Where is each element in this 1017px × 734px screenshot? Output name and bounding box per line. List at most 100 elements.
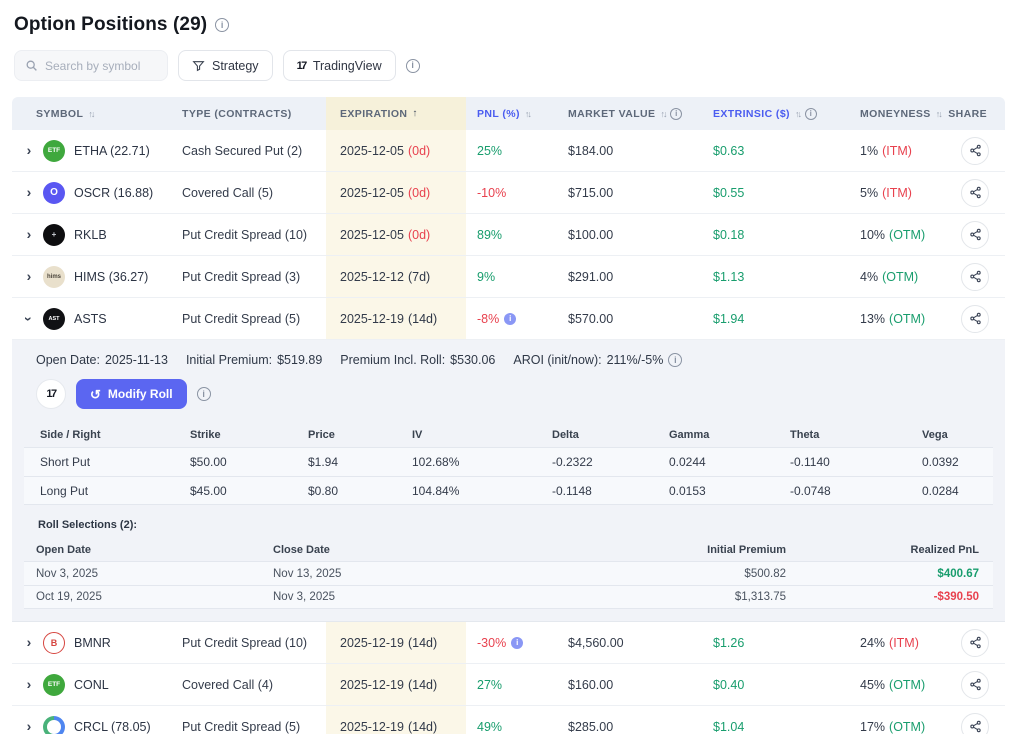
symbol-label: HIMS (36.27) bbox=[74, 270, 148, 284]
expiration-date: 2025-12-05 bbox=[340, 186, 404, 200]
legs-cell: 0.0153 bbox=[669, 484, 790, 498]
chevron-right-icon[interactable]: › bbox=[24, 676, 34, 692]
tradingview-chart-button[interactable]: 17 bbox=[36, 379, 66, 409]
chevron-right-icon[interactable]: › bbox=[24, 142, 34, 158]
search-icon bbox=[25, 59, 38, 72]
dte-label: (14d) bbox=[408, 678, 437, 692]
share-icon bbox=[969, 228, 982, 241]
legs-header: Theta bbox=[790, 429, 922, 441]
modify-roll-button[interactable]: ↻ Modify Roll bbox=[76, 379, 187, 409]
panel-actions: 17 ↻ Modify Roll i bbox=[12, 379, 1005, 423]
share-button[interactable] bbox=[961, 305, 989, 333]
chevron-right-icon[interactable]: › bbox=[24, 184, 34, 200]
chevron-down-icon[interactable]: › bbox=[21, 314, 37, 324]
dte-label: (14d) bbox=[408, 636, 437, 650]
share-button[interactable] bbox=[961, 179, 989, 207]
legs-row: Long Put$45.00$0.80104.84%-0.11480.0153-… bbox=[24, 476, 993, 505]
roll-selections-section: Roll Selections (2): Open Date Close Dat… bbox=[24, 519, 993, 609]
symbol-label: ETHA (22.71) bbox=[74, 144, 150, 158]
summary-item: Premium Incl. Roll:$530.06 bbox=[340, 353, 495, 367]
summary-label: Premium Incl. Roll: bbox=[340, 353, 445, 367]
market-value-cell: $291.00 bbox=[557, 256, 702, 297]
pnl-cell: 49% bbox=[466, 706, 557, 734]
legs-cell: -0.2322 bbox=[552, 455, 669, 469]
header-extrinsic[interactable]: EXTRINSIC ($)↑↓i bbox=[702, 97, 849, 130]
legs-header: Delta bbox=[552, 429, 669, 441]
symbol-label: OSCR (16.88) bbox=[74, 186, 153, 200]
header-pnl[interactable]: PNL (%)↑↓ bbox=[466, 97, 557, 130]
summary-label: Open Date: bbox=[36, 353, 100, 367]
summary-value: 2025-11-13 bbox=[105, 353, 168, 367]
pnl-cell: 25% bbox=[466, 130, 557, 171]
expanded-position-panel: Open Date:2025-11-13Initial Premium:$519… bbox=[12, 340, 1005, 622]
chevron-right-icon[interactable]: › bbox=[24, 634, 34, 650]
sort-icon: ↑↓ bbox=[795, 109, 800, 119]
table-row[interactable]: ›OOSCR (16.88)Covered Call (5)2025-12-05… bbox=[12, 172, 1005, 214]
pnl-info-icon[interactable]: i bbox=[504, 313, 516, 325]
symbol-cell: ›OOSCR (16.88) bbox=[12, 172, 182, 213]
header-moneyness[interactable]: MONEYNESS↑↓ bbox=[849, 97, 946, 130]
type-cell: Cash Secured Put (2) bbox=[182, 130, 326, 171]
roll-initial-premium: $500.82 bbox=[568, 568, 786, 580]
extrinsic-info-icon[interactable]: i bbox=[805, 108, 817, 120]
expiration-cell: 2025-12-19(14d) bbox=[326, 622, 466, 663]
summary-label: AROI (init/now): bbox=[513, 353, 601, 367]
expiration-cell: 2025-12-05(0d) bbox=[326, 130, 466, 171]
dte-label: (14d) bbox=[408, 720, 437, 734]
table-row[interactable]: ›+RKLBPut Credit Spread (10)2025-12-05(0… bbox=[12, 214, 1005, 256]
table-row[interactable]: ›ETFETHA (22.71)Cash Secured Put (2)2025… bbox=[12, 130, 1005, 172]
pnl-cell: -30% i bbox=[466, 622, 557, 663]
expiration-date: 2025-12-05 bbox=[340, 144, 404, 158]
search-box[interactable] bbox=[14, 50, 168, 81]
legs-header: Side / Right bbox=[40, 429, 190, 441]
table-row[interactable]: ›ASTASTSPut Credit Spread (5)2025-12-19(… bbox=[12, 298, 1005, 340]
table-row[interactable]: ›CRCL (78.05)Put Credit Spread (5)2025-1… bbox=[12, 706, 1005, 734]
chevron-right-icon[interactable]: › bbox=[24, 226, 34, 242]
tradingview-button[interactable]: 17 TradingView bbox=[283, 50, 396, 81]
share-button[interactable] bbox=[961, 713, 989, 734]
pnl-cell: 9% bbox=[466, 256, 557, 297]
type-cell: Put Credit Spread (10) bbox=[182, 622, 326, 663]
title-info-icon[interactable]: i bbox=[215, 18, 229, 32]
share-button[interactable] bbox=[961, 629, 989, 657]
symbol-cell: ›ETFCONL bbox=[12, 664, 182, 705]
sort-icon: ↑↓ bbox=[88, 109, 93, 119]
expiration-date: 2025-12-05 bbox=[340, 228, 404, 242]
modify-roll-info-icon[interactable]: i bbox=[197, 387, 211, 401]
table-header-row: SYMBOL↑↓ TYPE (CONTRACTS) EXPIRATION↑ PN… bbox=[12, 97, 1005, 130]
tradingview-info-icon[interactable]: i bbox=[406, 59, 420, 73]
roll-header: Realized PnL bbox=[786, 544, 979, 556]
share-icon bbox=[969, 678, 982, 691]
table-row[interactable]: ›ETFCONLCovered Call (4)2025-12-19(14d)2… bbox=[12, 664, 1005, 706]
summary-value: 211%/-5% bbox=[607, 353, 664, 367]
share-button[interactable] bbox=[961, 671, 989, 699]
share-icon bbox=[969, 144, 982, 157]
pnl-info-icon[interactable]: i bbox=[511, 637, 523, 649]
market-value-info-icon[interactable]: i bbox=[670, 108, 682, 120]
legs-header: Vega bbox=[922, 429, 993, 441]
moneyness-tag: (OTM) bbox=[889, 720, 925, 734]
chevron-right-icon[interactable]: › bbox=[24, 268, 34, 284]
share-button[interactable] bbox=[961, 137, 989, 165]
rklb-logo: + bbox=[43, 224, 65, 246]
pnl-value: -30% bbox=[477, 636, 506, 650]
type-cell: Put Credit Spread (3) bbox=[182, 256, 326, 297]
chevron-right-icon[interactable]: › bbox=[24, 718, 34, 734]
moneyness-cell: 4%(OTM) bbox=[849, 256, 946, 297]
header-market-value[interactable]: MARKET VALUE↑↓i bbox=[557, 97, 702, 130]
strategy-filter-button[interactable]: Strategy bbox=[178, 50, 273, 81]
share-button[interactable] bbox=[961, 221, 989, 249]
header-expiration[interactable]: EXPIRATION↑ bbox=[326, 97, 466, 130]
table-row[interactable]: ›himsHIMS (36.27)Put Credit Spread (3)20… bbox=[12, 256, 1005, 298]
search-input[interactable] bbox=[45, 59, 155, 73]
sort-asc-icon: ↑ bbox=[412, 108, 417, 119]
table-row[interactable]: ›BBMNRPut Credit Spread (10)2025-12-19(1… bbox=[12, 622, 1005, 664]
aroi-info-icon[interactable]: i bbox=[668, 353, 682, 367]
page-header: Option Positions (29) i bbox=[12, 10, 1005, 48]
header-symbol[interactable]: SYMBOL↑↓ bbox=[12, 97, 182, 130]
symbol-label: CONL bbox=[74, 678, 109, 692]
legs-cell: 102.68% bbox=[412, 455, 552, 469]
market-value-cell: $100.00 bbox=[557, 214, 702, 255]
share-button[interactable] bbox=[961, 263, 989, 291]
pnl-value: 49% bbox=[477, 720, 502, 734]
